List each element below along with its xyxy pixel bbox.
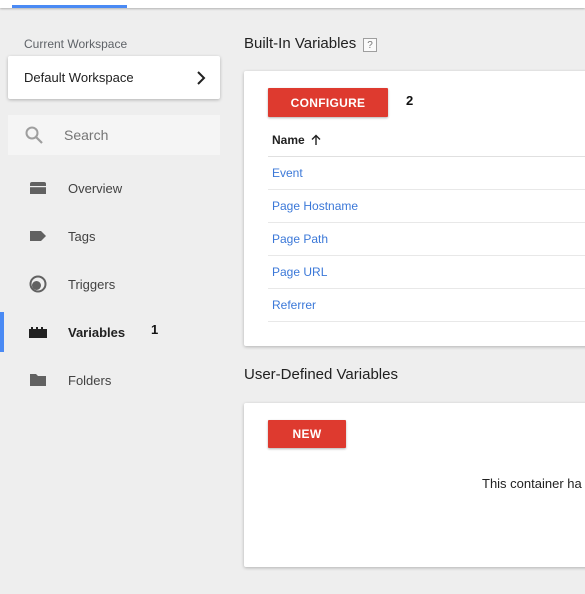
- sidebar-item-label: Folders: [68, 372, 112, 388]
- sidebar-item-label: Triggers: [68, 276, 116, 292]
- table-row: Event: [268, 157, 585, 190]
- trigger-icon: [29, 275, 47, 293]
- table-row: Page Path: [268, 223, 585, 256]
- sidebar-item-tags[interactable]: Tags: [0, 216, 228, 256]
- new-variable-button[interactable]: NEW: [268, 420, 346, 448]
- variable-link-event[interactable]: Event: [272, 166, 303, 180]
- sidebar-item-triggers[interactable]: Triggers: [0, 264, 228, 304]
- sidebar-item-variables[interactable]: Variables: [0, 312, 228, 352]
- top-bar: [0, 0, 585, 8]
- name-column-header[interactable]: Name: [268, 124, 585, 157]
- tag-icon: [30, 231, 46, 241]
- variables-icon: [29, 327, 47, 338]
- user-defined-variables-title: User-Defined Variables: [244, 366, 398, 383]
- sidebar-item-label: Variables: [68, 324, 126, 340]
- variable-link-page-path[interactable]: Page Path: [272, 232, 328, 246]
- configure-button[interactable]: CONFIGURE: [268, 88, 388, 117]
- search-icon: [25, 126, 43, 144]
- sidebar-item-label: Overview: [68, 180, 123, 196]
- variable-link-referrer[interactable]: Referrer: [272, 298, 316, 312]
- sidebar-item-folders[interactable]: Folders: [0, 360, 228, 400]
- help-icon[interactable]: ?: [363, 38, 377, 52]
- builtin-variables-table: Name Event Page Hostname Page Path Page …: [268, 124, 585, 322]
- table-row: Page URL: [268, 256, 585, 289]
- active-tab-indicator: [12, 5, 127, 8]
- sidebar: Current Workspace Default Workspace Over…: [0, 8, 228, 594]
- annotation-marker: 1: [151, 322, 159, 337]
- sidebar-item-label: Tags: [68, 228, 96, 244]
- workspace-selector[interactable]: Default Workspace: [8, 56, 220, 99]
- variable-link-page-hostname[interactable]: Page Hostname: [272, 199, 358, 213]
- workspace-label: Current Workspace: [24, 37, 128, 51]
- sidebar-item-overview[interactable]: Overview: [0, 168, 228, 208]
- annotation-marker: 2: [406, 93, 414, 108]
- search-box[interactable]: [8, 115, 220, 155]
- column-header-label: Name: [272, 133, 305, 147]
- builtin-variables-title: Built-In Variables: [244, 35, 357, 52]
- arrow-up-icon: [311, 134, 321, 145]
- empty-state-text: This container ha: [482, 476, 582, 491]
- folder-icon: [30, 374, 46, 386]
- workspace-name: Default Workspace: [24, 70, 134, 85]
- table-row: Page Hostname: [268, 190, 585, 223]
- search-input[interactable]: [64, 127, 214, 143]
- chevron-right-icon: [197, 70, 206, 85]
- table-row: Referrer: [268, 289, 585, 322]
- overview-icon: [30, 182, 46, 194]
- variable-link-page-url[interactable]: Page URL: [272, 265, 327, 279]
